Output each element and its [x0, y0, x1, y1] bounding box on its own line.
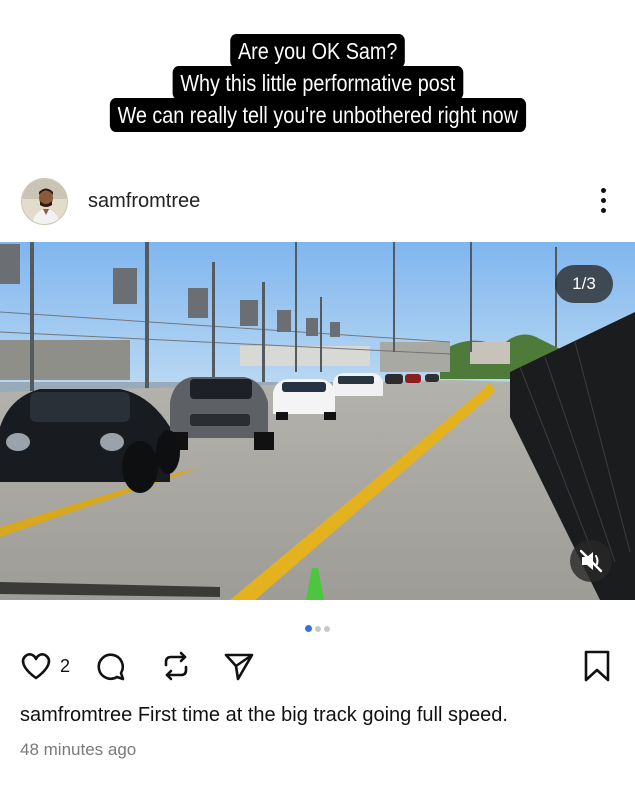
- carousel-dot-active[interactable]: [305, 625, 312, 633]
- overlay-line-3: We can really tell you're unbothered rig…: [109, 98, 526, 132]
- comment-bubble-icon[interactable]: [92, 648, 128, 684]
- carousel-dots: [0, 620, 635, 633]
- bookmark-icon[interactable]: [580, 648, 614, 684]
- carousel-dot[interactable]: [315, 625, 321, 632]
- speaker-muted-icon[interactable]: [570, 540, 612, 582]
- heart-icon[interactable]: [18, 648, 54, 684]
- overlay-line-1: Are you OK Sam?: [230, 34, 405, 68]
- caption-text: First time at the big track going full s…: [137, 704, 508, 726]
- carousel-dot[interactable]: [324, 625, 330, 632]
- caption-username[interactable]: samfromtree: [20, 704, 132, 726]
- more-vertical-icon[interactable]: [601, 188, 607, 216]
- post-header: samfromtree: [0, 178, 635, 226]
- post-caption: samfromtree First time at the big track …: [20, 704, 620, 727]
- like-count[interactable]: 2: [60, 656, 70, 677]
- send-icon[interactable]: [221, 648, 257, 684]
- repost-icon[interactable]: [158, 648, 194, 684]
- overlay-line-2: Why this little performative post: [172, 66, 463, 100]
- overlay-caption: Are you OK Sam? Why this little performa…: [0, 34, 635, 132]
- image-counter: 1/3: [555, 265, 613, 303]
- post-username[interactable]: samfromtree: [88, 190, 200, 213]
- action-bar: 2: [0, 648, 635, 684]
- avatar[interactable]: [21, 178, 68, 225]
- post-timestamp: 48 minutes ago: [20, 740, 137, 759]
- post-photo[interactable]: [0, 242, 635, 600]
